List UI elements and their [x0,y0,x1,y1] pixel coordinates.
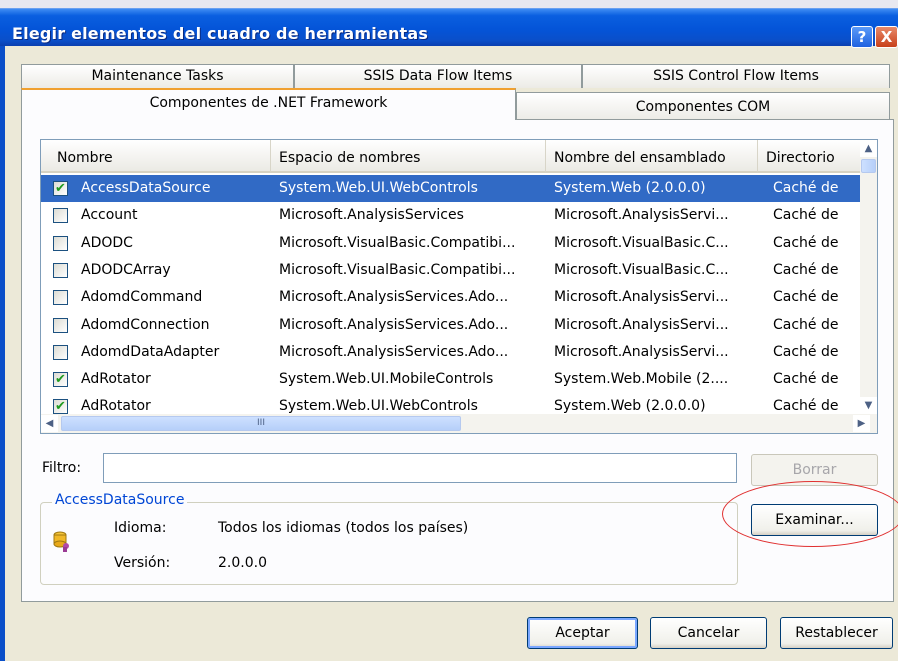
item-directory: Caché de [773,371,839,388]
column-header-directory[interactable]: Directorio [758,140,860,173]
item-namespace: Microsoft.AnalysisServices [279,207,464,224]
window-border [0,46,5,661]
details-group-title: AccessDataSource [52,492,188,508]
tab-ssis-data-flow-items[interactable]: SSIS Data Flow Items [294,64,582,88]
item-namespace: System.Web.UI.MobileControls [279,371,494,388]
close-icon: X [880,28,893,46]
list-item[interactable]: ADODC Microsoft.VisualBasic.Compatibi... M… [41,230,860,257]
title-bar[interactable]: Elegir elementos del cuadro de herramien… [0,8,898,48]
item-directory: Caché de [773,316,839,333]
cancel-button[interactable]: Cancelar [650,617,767,649]
item-checkbox[interactable] [53,208,68,224]
filter-label: Filtro: [42,460,82,476]
item-checkbox[interactable]: ✔ [53,181,68,196]
version-value: 2.0.0.0 [218,555,267,571]
reset-button[interactable]: Restablecer [780,617,893,649]
help-button[interactable]: ? [851,26,873,48]
item-namespace: Microsoft.AnalysisServices.Ado... [279,343,509,360]
list-item[interactable]: Account Microsoft.AnalysisServices Microso… [41,202,860,229]
item-assembly: System.Web.Mobile (2.... [554,371,729,388]
item-assembly: Microsoft.VisualBasic.C... [554,261,729,278]
item-checkbox[interactable] [53,262,68,278]
item-directory: Caché de [773,180,839,196]
item-checkbox[interactable] [53,344,68,360]
vertical-scrollbar[interactable]: ▲ ▼ [860,140,877,414]
tab-ssis-control-flow-items[interactable]: SSIS Control Flow Items [582,64,890,88]
column-header-assembly[interactable]: Nombre del ensamblado [546,140,758,173]
item-checkbox[interactable]: ✔ [53,399,68,415]
item-directory: Caché de [773,289,839,306]
tab-maintenance-tasks[interactable]: Maintenance Tasks [21,64,294,88]
item-assembly: Microsoft.AnalysisServi... [554,343,729,360]
horizontal-scrollbar[interactable]: ◀ III ▶ [41,414,877,433]
item-directory: Caché de [773,343,839,360]
scroll-down-icon[interactable]: ▼ [860,397,877,414]
language-label: Idioma: [114,520,167,536]
version-label: Versión: [114,555,171,571]
help-icon: ? [857,28,867,46]
item-directory: Caché de [773,261,839,278]
components-list[interactable]: Nombre Espacio de nombres Nombre del ens… [40,139,878,434]
tab-net-framework-components[interactable]: Componentes de .NET Framework [21,88,516,120]
item-name: AdomdCommand [81,289,203,306]
item-namespace: Microsoft.VisualBasic.Compatibi... [279,234,516,251]
scroll-left-icon[interactable]: ◀ [41,415,58,432]
item-checkbox[interactable] [53,235,68,251]
annotation-ellipse [722,481,898,547]
scroll-up-icon[interactable]: ▲ [860,140,877,157]
item-namespace: Microsoft.AnalysisServices.Ado... [279,289,509,306]
item-name: Account [81,207,138,224]
language-value: Todos los idiomas (todos los países) [218,520,469,536]
column-header-name[interactable]: Nombre [41,140,271,173]
filter-input[interactable] [103,453,737,483]
item-name: AdRotator [81,371,151,388]
item-name: ADODC [81,234,133,251]
item-name: AccessDataSource [81,180,211,196]
item-name: ADODCArray [81,261,171,278]
list-item[interactable]: AdomdConnection Microsoft.AnalysisService… [41,312,860,339]
top-strip [0,0,898,8]
item-assembly: Microsoft.VisualBasic.C... [554,234,729,251]
vertical-scroll-thumb[interactable] [861,159,876,173]
close-button[interactable]: X [875,26,898,48]
component-icon [53,531,69,552]
item-assembly: System.Web (2.0.0.0) [554,180,706,196]
window-title: Elegir elementos del cuadro de herramien… [12,24,429,43]
item-directory: Caché de [773,234,839,251]
horizontal-scroll-thumb[interactable]: III [61,416,461,431]
list-item[interactable]: ✔ AdRotator System.Web.UI.MobileControls Sy… [41,366,860,393]
list-item[interactable]: AdomdCommand Microsoft.AnalysisServices.A… [41,284,860,311]
item-assembly: Microsoft.AnalysisServi... [554,289,729,306]
item-namespace: Microsoft.AnalysisServices.Ado... [279,316,509,333]
item-checkbox[interactable] [53,290,68,306]
list-item[interactable]: ADODCArray Microsoft.VisualBasic.Compatib… [41,257,860,284]
item-namespace: Microsoft.VisualBasic.Compatibi... [279,261,516,278]
details-group [40,502,738,585]
item-name: AdomdDataAdapter [81,343,220,360]
column-header-namespace[interactable]: Espacio de nombres [271,140,546,173]
ok-button[interactable]: Aceptar [527,617,638,649]
list-item[interactable]: AdomdDataAdapter Microsoft.AnalysisServic… [41,339,860,366]
tab-com-components[interactable]: Componentes COM [516,92,890,120]
item-checkbox[interactable]: ✔ [53,372,68,388]
item-assembly: Microsoft.AnalysisServi... [554,207,729,224]
item-assembly: Microsoft.AnalysisServi... [554,316,729,333]
list-item[interactable]: ✔ AccessDataSource System.Web.UI.WebContro… [41,175,860,202]
item-checkbox[interactable] [53,317,68,333]
item-directory: Caché de [773,207,839,224]
scroll-right-icon[interactable]: ▶ [853,415,870,432]
item-name: AdomdConnection [81,316,210,333]
item-namespace: System.Web.UI.WebControls [279,180,478,196]
